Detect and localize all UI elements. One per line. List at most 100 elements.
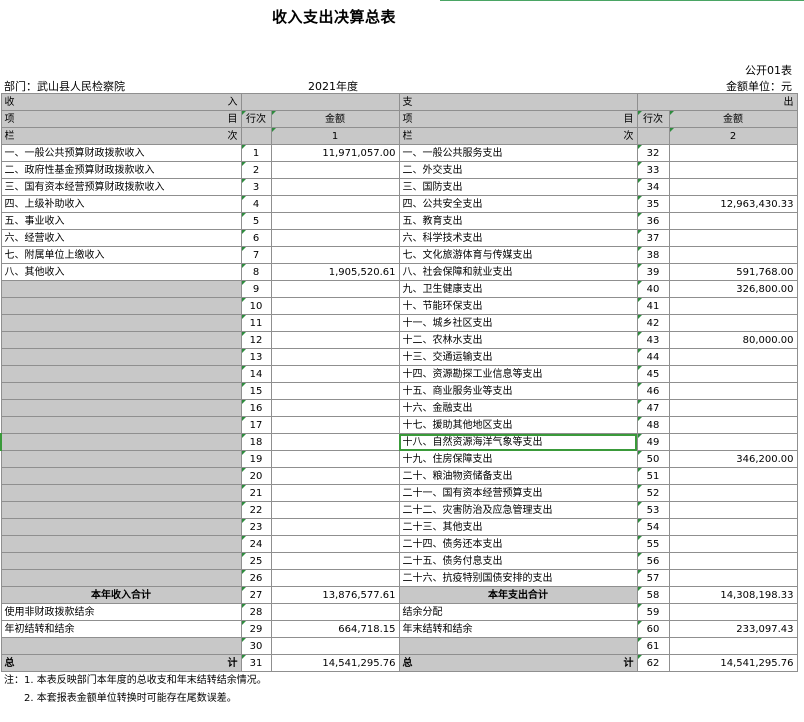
expense-amount-cell[interactable] xyxy=(668,535,798,553)
expense-item-cell[interactable]: 十八、自然资源海洋气象等支出 xyxy=(398,433,638,451)
expense-amount-cell[interactable] xyxy=(668,433,798,451)
expense-amount-header[interactable]: 金额 xyxy=(668,110,798,128)
expense-item-cell[interactable]: 十、节能环保支出 xyxy=(398,297,638,315)
expense-column-blank[interactable] xyxy=(636,127,670,145)
expense-item-cell[interactable]: 十四、资源勘探工业信息等支出 xyxy=(398,365,638,383)
expense-row-no-cell[interactable]: 39 xyxy=(636,263,670,281)
income-item-cell[interactable]: 七、附属单位上缴收入 xyxy=(0,246,242,264)
income-amount-cell[interactable] xyxy=(270,484,400,502)
income-item-cell[interactable]: 六、经营收入 xyxy=(0,229,242,247)
income-grand-total-label[interactable]: 总计 xyxy=(0,654,242,672)
income-item-cell[interactable]: 二、政府性基金预算财政拨款收入 xyxy=(0,161,242,179)
income-row-no-cell[interactable]: 14 xyxy=(240,365,272,383)
expense-item-cell[interactable]: 十六、金融支出 xyxy=(398,399,638,417)
expense-item-cell[interactable]: 十五、商业服务业等支出 xyxy=(398,382,638,400)
expense-amount-cell[interactable] xyxy=(668,382,798,400)
income-amount-cell[interactable] xyxy=(270,518,400,536)
expense-item-cell[interactable]: 十七、援助其他地区支出 xyxy=(398,416,638,434)
expense-row-no-cell[interactable]: 47 xyxy=(636,399,670,417)
expense-grand-total-label[interactable]: 总计 xyxy=(398,654,638,672)
expense-row-no-cell[interactable]: 37 xyxy=(636,229,670,247)
income-item-cell[interactable] xyxy=(0,467,242,485)
income-row-no-cell[interactable]: 4 xyxy=(240,195,272,213)
expense-row-no-cell[interactable]: 34 xyxy=(636,178,670,196)
income-column-number[interactable]: 1 xyxy=(270,127,400,145)
income-amount-cell[interactable] xyxy=(270,212,400,230)
income-item-cell[interactable] xyxy=(0,637,242,655)
expense-row-no-cell[interactable]: 49 xyxy=(636,433,670,451)
expense-amount-cell[interactable] xyxy=(668,246,798,264)
expense-row-no-cell[interactable]: 44 xyxy=(636,348,670,366)
expense-item-cell[interactable]: 二十四、债务还本支出 xyxy=(398,535,638,553)
expense-column-number[interactable]: 2 xyxy=(668,127,798,145)
income-item-cell[interactable] xyxy=(0,348,242,366)
income-amount-cell[interactable] xyxy=(270,297,400,315)
expense-row-no-cell[interactable]: 48 xyxy=(636,416,670,434)
income-column-blank[interactable] xyxy=(240,127,272,145)
income-row-no-cell[interactable]: 21 xyxy=(240,484,272,502)
expense-amount-cell[interactable]: 80,000.00 xyxy=(668,331,798,349)
income-section-header[interactable]: 收入 xyxy=(0,93,242,111)
income-item-cell[interactable]: 八、其他收入 xyxy=(0,263,242,281)
income-row-no-cell[interactable]: 7 xyxy=(240,246,272,264)
income-item-cell[interactable] xyxy=(0,450,242,468)
expense-row-no-cell[interactable]: 40 xyxy=(636,280,670,298)
expense-item-cell[interactable]: 十一、城乡社区支出 xyxy=(398,314,638,332)
expense-grand-total-amount[interactable]: 14,541,295.76 xyxy=(668,654,798,672)
income-total-amount[interactable]: 13,876,577.61 xyxy=(270,586,400,604)
expense-item-cell[interactable]: 二十三、其他支出 xyxy=(398,518,638,536)
expense-row-no-cell[interactable]: 57 xyxy=(636,569,670,587)
income-row-no-header[interactable]: 行次 xyxy=(240,110,272,128)
income-amount-cell[interactable] xyxy=(270,161,400,179)
expense-amount-cell[interactable]: 346,200.00 xyxy=(668,450,798,468)
income-item-cell[interactable]: 使用非财政拨款结余 xyxy=(0,603,242,621)
income-row-no-cell[interactable]: 25 xyxy=(240,552,272,570)
income-amount-cell[interactable] xyxy=(270,314,400,332)
expense-total-label[interactable]: 本年支出合计 xyxy=(398,586,638,604)
income-amount-cell[interactable] xyxy=(270,569,400,587)
income-row-no-cell[interactable]: 16 xyxy=(240,399,272,417)
expense-item-cell[interactable]: 十九、住房保障支出 xyxy=(398,450,638,468)
expense-row-no-cell[interactable]: 42 xyxy=(636,314,670,332)
expense-item-cell[interactable]: 年末结转和结余 xyxy=(398,620,638,638)
expense-row-no-cell[interactable]: 54 xyxy=(636,518,670,536)
income-total-label[interactable]: 本年收入合计 xyxy=(0,586,242,604)
income-row-no-cell[interactable]: 12 xyxy=(240,331,272,349)
expense-amount-cell[interactable] xyxy=(668,484,798,502)
income-amount-cell[interactable] xyxy=(270,399,400,417)
expense-row-no-cell[interactable]: 41 xyxy=(636,297,670,315)
expense-amount-cell[interactable] xyxy=(668,161,798,179)
income-item-cell[interactable]: 一、一般公共预算财政拨款收入 xyxy=(0,144,242,162)
income-amount-cell[interactable]: 1,905,520.61 xyxy=(270,263,400,281)
expense-item-cell[interactable]: 十三、交通运输支出 xyxy=(398,348,638,366)
expense-item-cell[interactable]: 二十五、债务付息支出 xyxy=(398,552,638,570)
expense-item-cell[interactable]: 十二、农林水支出 xyxy=(398,331,638,349)
income-row-no-cell[interactable]: 11 xyxy=(240,314,272,332)
income-item-cell[interactable] xyxy=(0,484,242,502)
income-item-cell[interactable] xyxy=(0,314,242,332)
expense-amount-cell[interactable] xyxy=(668,399,798,417)
income-row-no-cell[interactable]: 3 xyxy=(240,178,272,196)
expense-item-cell[interactable]: 三、国防支出 xyxy=(398,178,638,196)
income-item-cell[interactable] xyxy=(0,518,242,536)
expense-item-cell[interactable]: 二十一、国有资本经营预算支出 xyxy=(398,484,638,502)
income-amount-cell[interactable] xyxy=(270,535,400,553)
income-row-no-cell[interactable]: 18 xyxy=(240,433,272,451)
expense-item-header[interactable]: 项目 xyxy=(398,110,638,128)
income-item-cell[interactable] xyxy=(0,416,242,434)
income-row-no-cell[interactable]: 15 xyxy=(240,382,272,400)
expense-row-no-cell[interactable]: 36 xyxy=(636,212,670,230)
expense-row-no-cell[interactable]: 46 xyxy=(636,382,670,400)
income-item-cell[interactable] xyxy=(0,297,242,315)
income-amount-cell[interactable] xyxy=(270,348,400,366)
income-total-row-no[interactable]: 27 xyxy=(240,586,272,604)
income-amount-cell[interactable]: 664,718.15 xyxy=(270,620,400,638)
income-item-cell[interactable]: 三、国有资本经营预算财政拨款收入 xyxy=(0,178,242,196)
income-column-label[interactable]: 栏次 xyxy=(0,127,242,145)
expense-item-cell[interactable]: 五、教育支出 xyxy=(398,212,638,230)
income-item-cell[interactable] xyxy=(0,365,242,383)
expense-section-header[interactable]: 支 xyxy=(398,93,638,111)
income-row-no-cell[interactable]: 2 xyxy=(240,161,272,179)
expense-amount-cell[interactable] xyxy=(668,348,798,366)
expense-row-no-cell[interactable]: 45 xyxy=(636,365,670,383)
